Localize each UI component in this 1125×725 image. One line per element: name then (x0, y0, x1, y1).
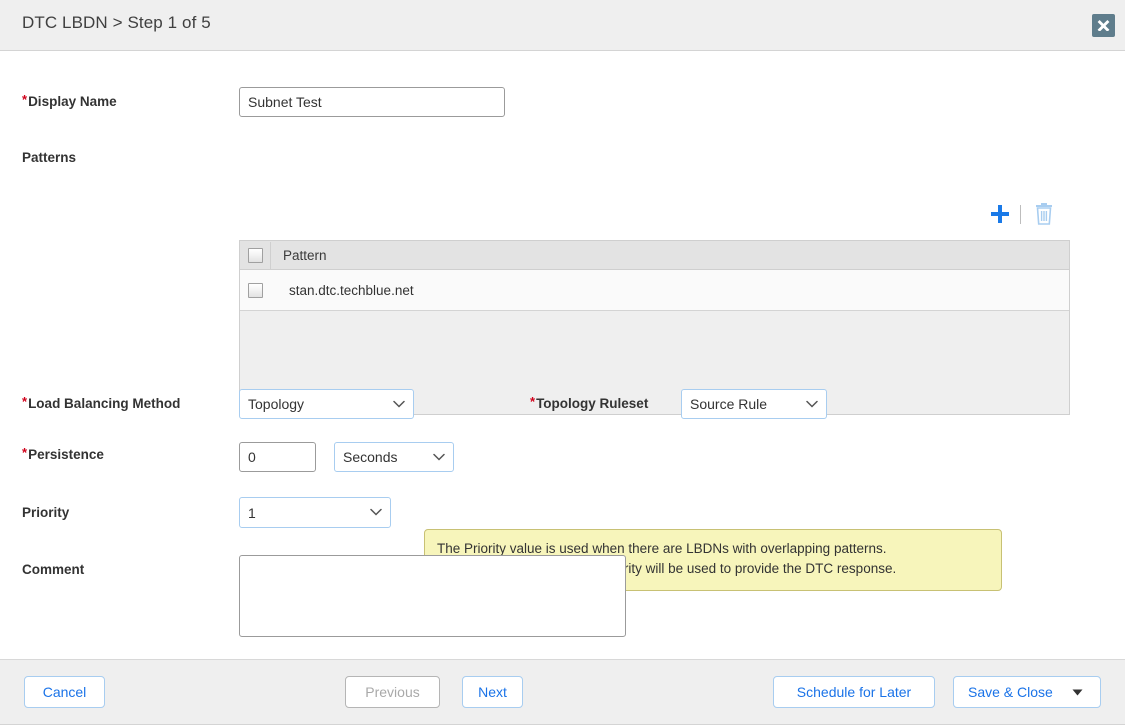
trash-icon (1033, 202, 1055, 226)
save-and-close-dropdown[interactable] (1065, 677, 1091, 707)
previous-button[interactable]: Previous (345, 676, 440, 708)
page-title: DTC LBDN > Step 1 of 5 (22, 13, 211, 33)
cell-pattern: stan.dtc.techblue.net (271, 283, 414, 298)
load-balancing-method-select-wrap: Topology (239, 389, 414, 419)
load-balancing-method-select[interactable]: Topology (239, 389, 414, 419)
plus-icon (988, 202, 1012, 226)
wizard-header: DTC LBDN > Step 1 of 5 (0, 0, 1125, 51)
table-row[interactable]: stan.dtc.techblue.net (240, 270, 1069, 311)
display-name-label: *Display Name (22, 94, 117, 109)
persistence-input[interactable] (239, 442, 316, 472)
comment-textarea[interactable] (239, 555, 626, 637)
topology-ruleset-select-wrap: Source Rule (681, 389, 827, 419)
save-and-close-button[interactable]: Save & Close (953, 676, 1101, 708)
delete-pattern-button[interactable] (1033, 202, 1055, 229)
save-and-close-label: Save & Close (954, 684, 1065, 700)
priority-label: Priority (22, 505, 69, 520)
select-all-cell (240, 242, 271, 269)
next-button[interactable]: Next (462, 676, 523, 708)
row-checkbox[interactable] (248, 283, 263, 298)
required-marker: * (530, 394, 535, 409)
select-all-checkbox[interactable] (248, 248, 263, 263)
required-marker: * (22, 445, 27, 460)
cancel-button[interactable]: Cancel (24, 676, 105, 708)
patterns-label: Patterns (22, 150, 76, 165)
close-button[interactable] (1092, 14, 1115, 37)
toolbar-divider (1020, 205, 1021, 224)
row-select-cell (240, 283, 271, 298)
topology-ruleset-label: *Topology Ruleset (530, 396, 648, 411)
patterns-grid-header: Pattern (240, 241, 1069, 270)
persistence-unit-select-wrap: Seconds (334, 442, 454, 472)
priority-select-wrap: 1 (239, 497, 391, 528)
required-marker: * (22, 92, 27, 107)
patterns-toolbar (980, 202, 1070, 230)
column-header-pattern: Pattern (271, 248, 327, 263)
schedule-for-later-button[interactable]: Schedule for Later (773, 676, 935, 708)
required-marker: * (22, 394, 27, 409)
persistence-unit-select[interactable]: Seconds (334, 442, 454, 472)
caret-down-icon (1072, 689, 1083, 696)
form-body: *Display Name Patterns Pattern (0, 51, 1125, 659)
wizard-footer: Cancel Previous Next Schedule for Later … (0, 659, 1125, 725)
close-x-icon (1097, 18, 1110, 31)
topology-ruleset-select[interactable]: Source Rule (681, 389, 827, 419)
load-balancing-method-label: *Load Balancing Method (22, 396, 180, 411)
comment-label: Comment (22, 562, 84, 577)
display-name-input[interactable] (239, 87, 505, 117)
persistence-label: *Persistence (22, 447, 104, 462)
add-pattern-button[interactable] (988, 202, 1012, 229)
priority-select[interactable]: 1 (239, 497, 391, 528)
